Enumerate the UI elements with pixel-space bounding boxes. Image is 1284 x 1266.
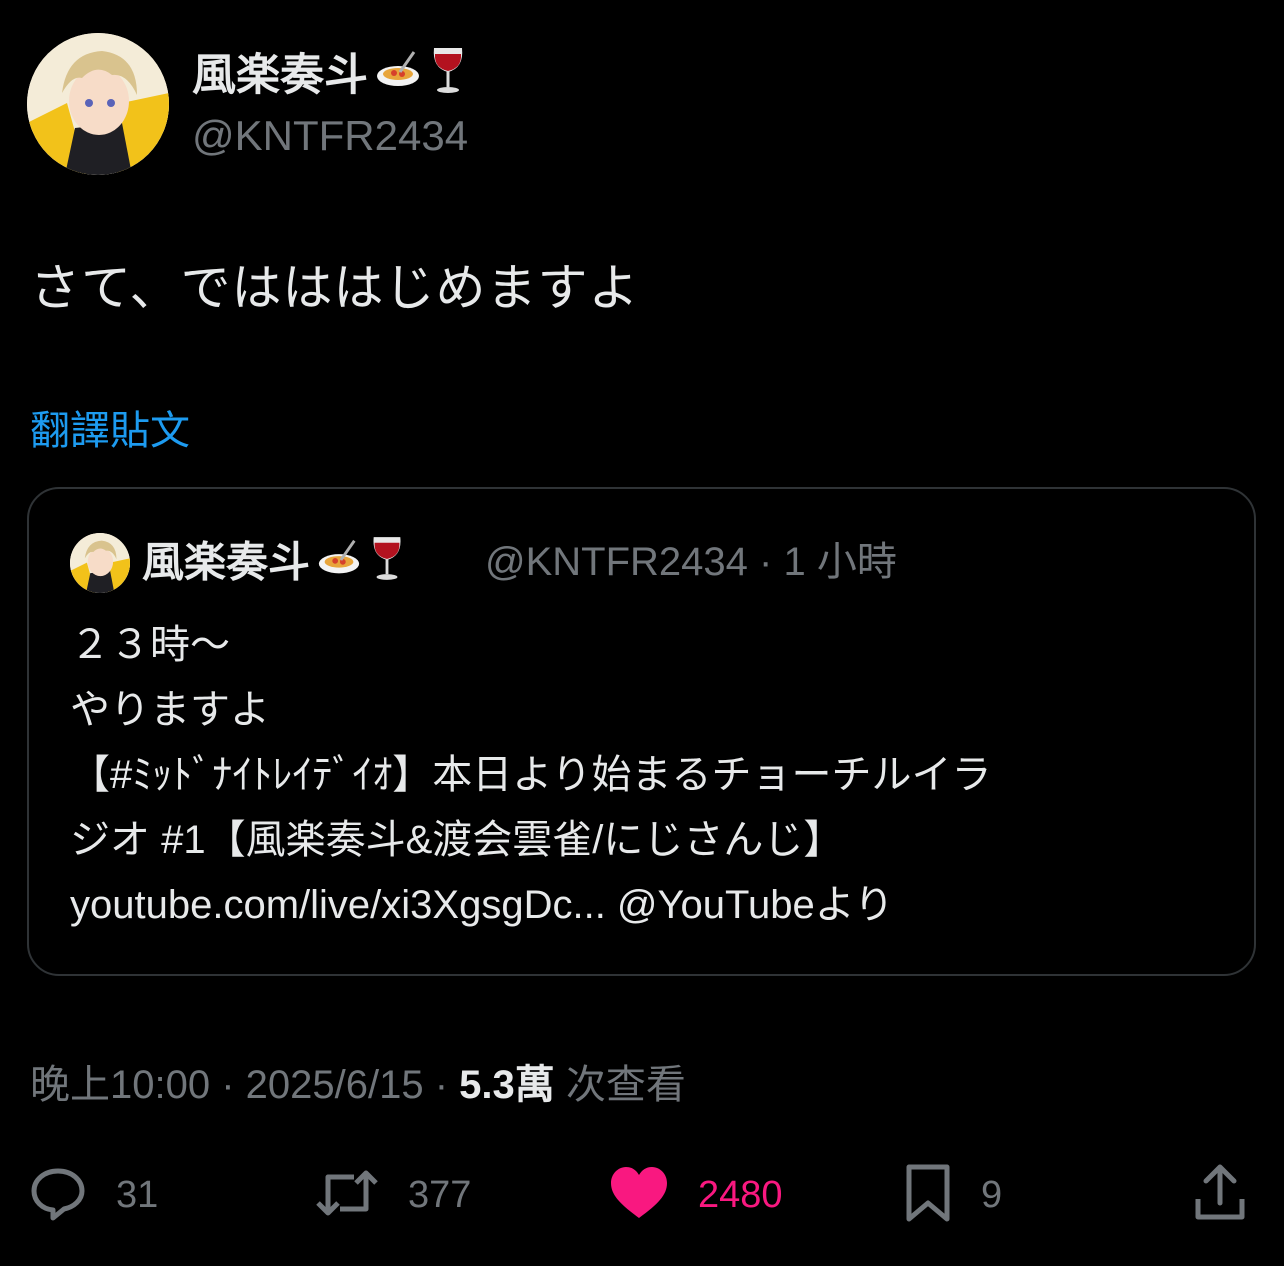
quoted-handle-time: @KNTFR2434 · 1 小時	[485, 540, 897, 584]
bookmark-icon	[903, 1163, 953, 1228]
spaghetti-emoji	[316, 535, 362, 596]
spaghetti-emoji	[374, 46, 422, 110]
author-avatar[interactable]	[27, 33, 169, 175]
like-count: 2480	[698, 1173, 783, 1216]
views-label: 次查看	[554, 1063, 686, 1107]
repost-button[interactable]: 377	[314, 1162, 471, 1228]
quoted-line: やりますよ	[70, 688, 270, 732]
timestamp-views: 晚上10:00 · 2025/6/15 · 5.3萬 次查看	[30, 1057, 686, 1113]
quoted-tweet-card[interactable]: 風楽奏斗 @KNTFR2434 · 1 小時 ２３時～ やりますよ 【#ﾐｯﾄﾞ…	[27, 487, 1256, 976]
quoted-tweet-text: ２３時～ やりますよ 【#ﾐｯﾄﾞﾅｲﾄﾚｲﾃﾞｲｵ】本日より始まるチョーチルイ…	[70, 613, 1220, 938]
tweet-text: さて、ではははじめますよ	[30, 260, 640, 316]
quoted-author-avatar	[70, 533, 130, 593]
tweet-detail: 風楽奏斗 @KNTFR2434 さて、ではははじめますよ 翻譯貼文 風楽奏斗 @…	[0, 0, 1284, 1266]
heart-icon	[608, 1164, 670, 1227]
bookmark-button[interactable]: 9	[903, 1162, 1002, 1228]
repost-count: 377	[408, 1173, 472, 1216]
bookmark-count: 9	[981, 1173, 1003, 1216]
author-display-name[interactable]: 風楽奏斗	[192, 44, 468, 112]
quoted-line: ２３時～	[70, 623, 230, 667]
reply-count: 31	[116, 1173, 159, 1216]
share-button[interactable]	[1192, 1162, 1248, 1228]
share-icon	[1192, 1163, 1248, 1228]
quoted-line: ジオ #1【風楽奏斗&渡会雲雀/にじさんじ】	[70, 818, 844, 862]
quoted-line: 【#ﾐｯﾄﾞﾅｲﾄﾚｲﾃﾞｲｵ】本日より始まるチョーチルイラ	[70, 753, 992, 797]
timestamp[interactable]: 晚上10:00 · 2025/6/15 ·	[30, 1063, 459, 1107]
translate-post-link[interactable]: 翻譯貼文	[30, 404, 190, 458]
views-count: 5.3萬	[459, 1063, 555, 1107]
reply-button[interactable]: 31	[28, 1162, 158, 1228]
wine-glass-emoji	[368, 533, 406, 598]
reply-icon	[28, 1163, 88, 1228]
quoted-link-line: youtube.com/live/xi3XgsgDc... @YouTubeより	[70, 883, 894, 927]
author-handle[interactable]: @KNTFR2434	[192, 108, 468, 164]
quoted-author-display-name: 風楽奏斗	[142, 533, 406, 598]
like-button[interactable]: 2480	[608, 1162, 783, 1228]
wine-glass-emoji	[428, 44, 468, 112]
repost-icon	[314, 1163, 380, 1228]
